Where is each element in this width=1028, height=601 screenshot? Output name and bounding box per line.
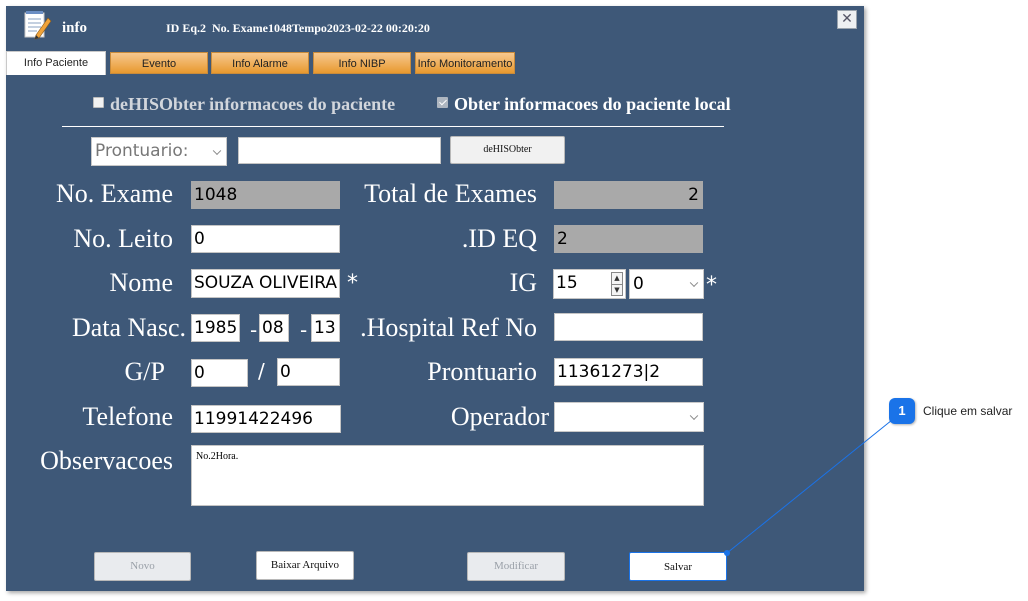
callout-number-badge: 1 <box>889 398 915 424</box>
callout-connector <box>724 411 903 556</box>
callout-text: Clique em salvar <box>923 404 1013 418</box>
